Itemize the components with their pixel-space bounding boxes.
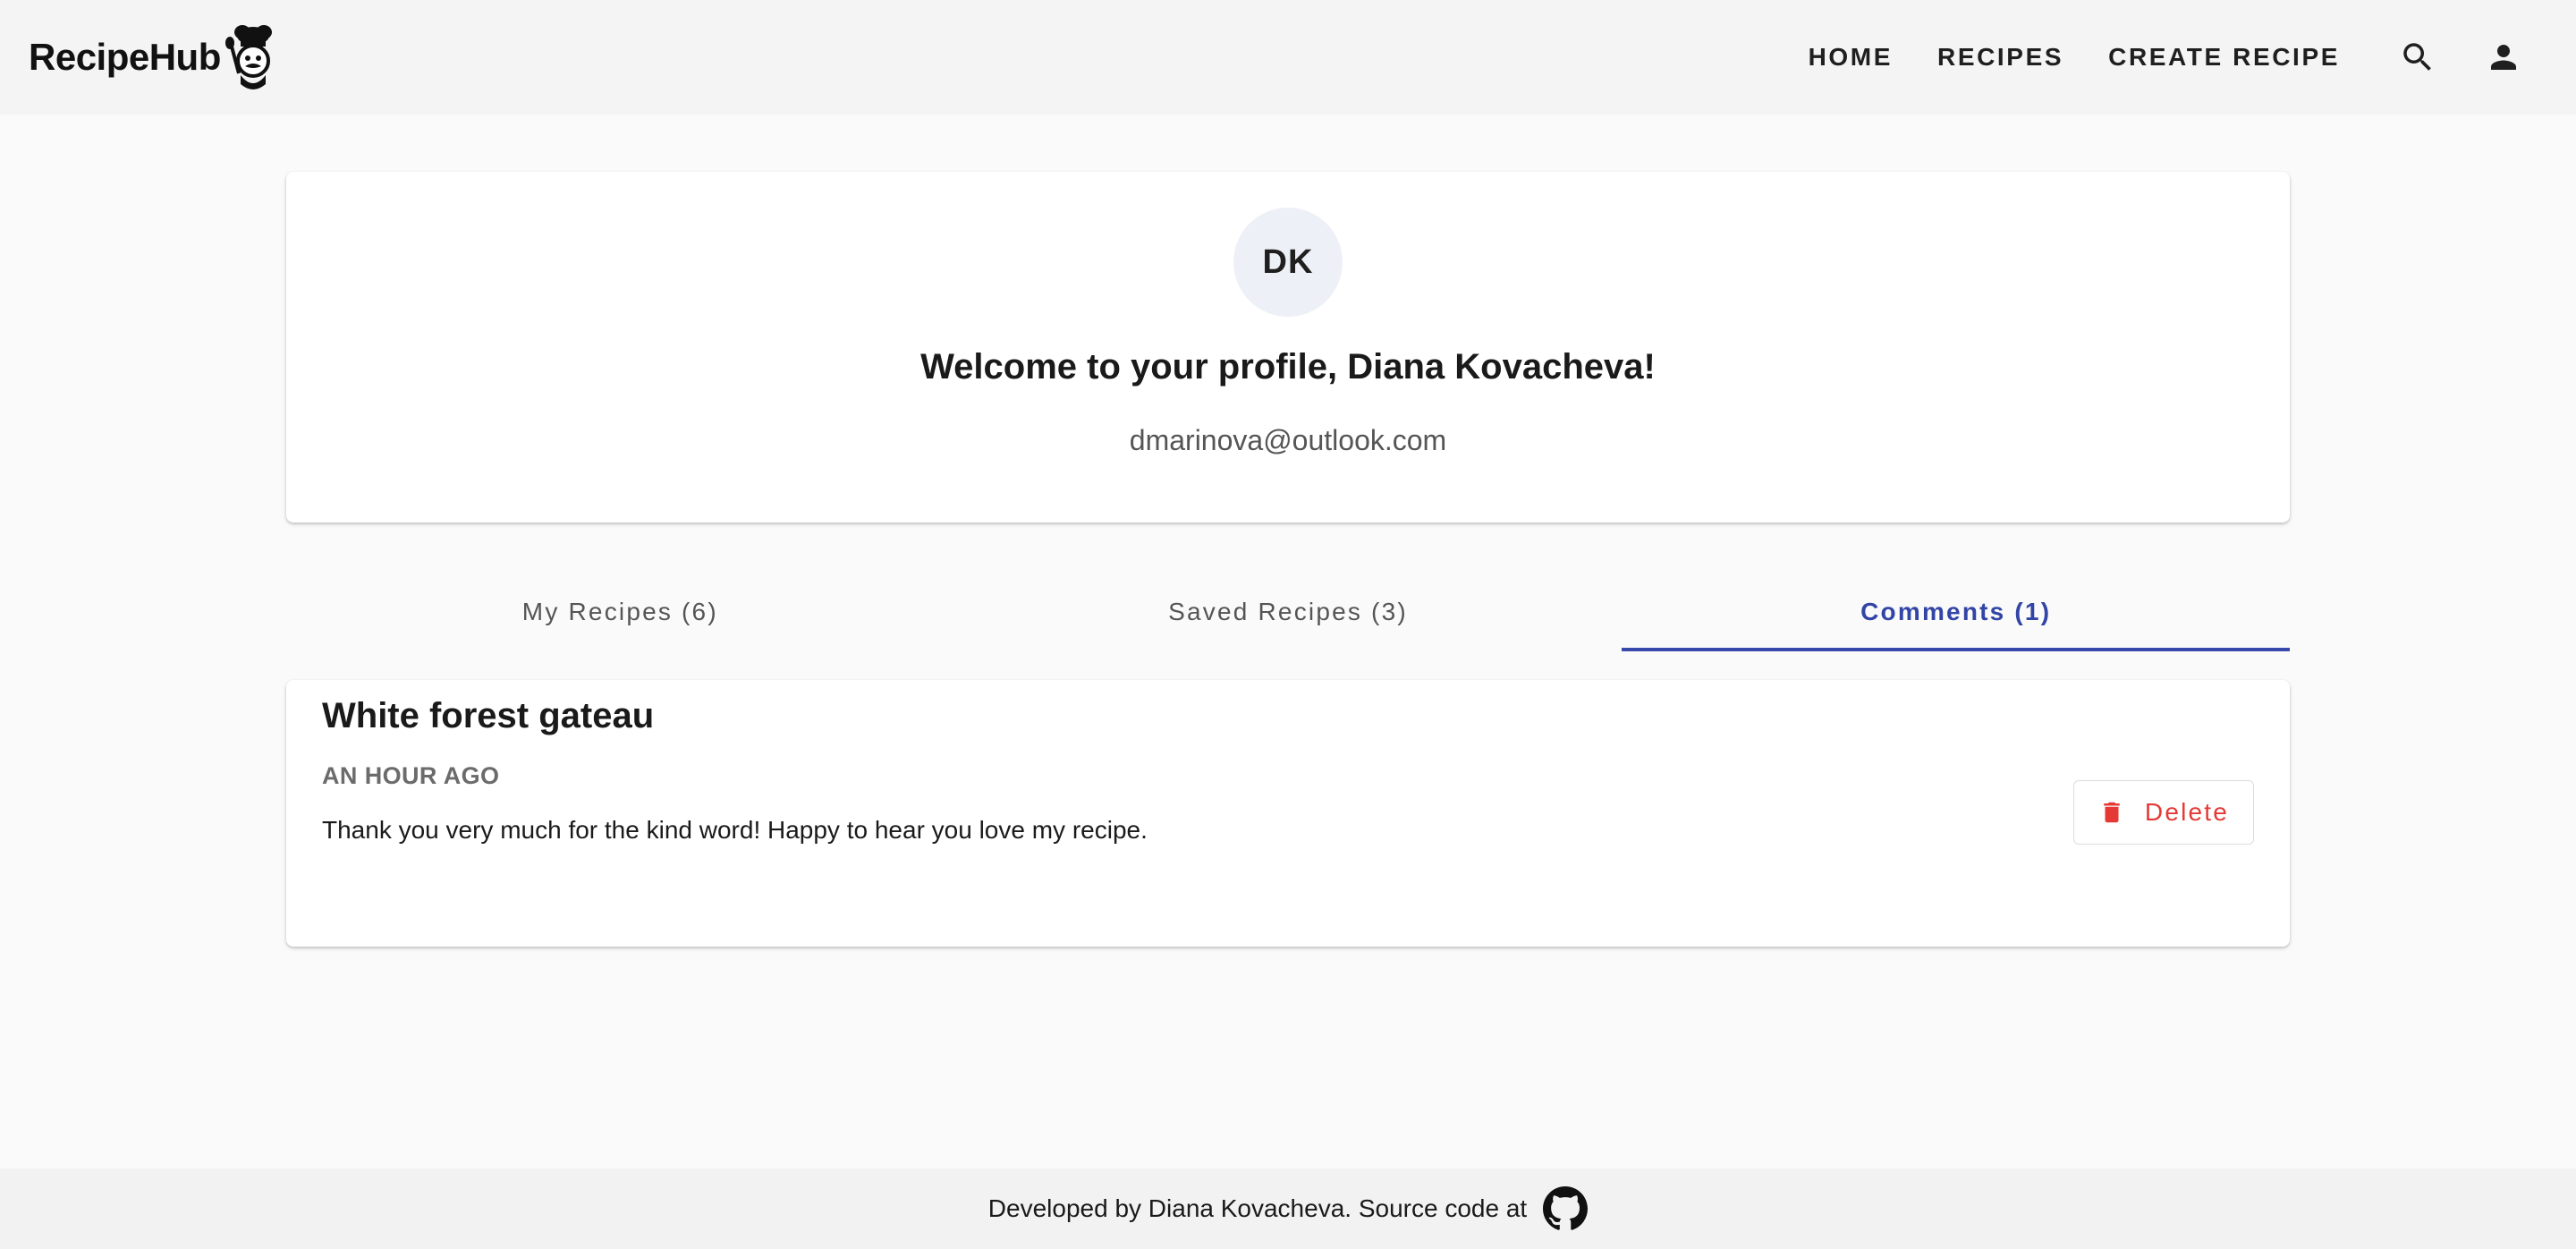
comment-text: Thank you very much for the kind word! H… xyxy=(322,816,1148,844)
profile-welcome-title: Welcome to your profile, Diana Kovacheva… xyxy=(920,347,1656,387)
tab-my-recipes[interactable]: My Recipes (6) xyxy=(286,573,954,651)
app-header: RecipeHub Home Recipes Create Recipe xyxy=(0,0,2576,115)
footer-text: Developed by Diana Kovacheva. Source cod… xyxy=(987,1194,1528,1222)
account-icon[interactable] xyxy=(2485,38,2522,76)
comment-timestamp: an hour ago xyxy=(322,762,500,789)
delete-comment-button[interactable]: Delete xyxy=(2073,780,2254,845)
chef-logo-icon xyxy=(225,25,272,89)
profile-card: DK Welcome to your profile, Diana Kovach… xyxy=(286,172,2290,523)
nav-create-recipe[interactable]: Create Recipe xyxy=(2108,43,2340,72)
profile-email: dmarinova@outlook.com xyxy=(1129,424,1447,456)
brand-link[interactable]: RecipeHub xyxy=(29,20,280,95)
app-footer: Developed by Diana Kovacheva. Source cod… xyxy=(0,1168,2576,1249)
delete-button-label: Delete xyxy=(2144,798,2230,826)
github-icon[interactable] xyxy=(1543,1186,1589,1231)
tab-comments[interactable]: Comments (1) xyxy=(1622,573,2290,651)
main-nav: Home Recipes Create Recipe xyxy=(1809,0,2576,115)
comment-card: White forest gateau an hour ago Thank yo… xyxy=(286,680,2290,947)
nav-recipes[interactable]: Recipes xyxy=(1937,43,2063,72)
tab-saved-recipes[interactable]: Saved Recipes (3) xyxy=(954,573,1623,651)
search-icon[interactable] xyxy=(2399,38,2436,76)
trash-icon xyxy=(2104,802,2120,823)
nav-home[interactable]: Home xyxy=(1809,43,1893,72)
brand-name: RecipeHub xyxy=(29,36,221,78)
profile-tabs: My Recipes (6) Saved Recipes (3) Comment… xyxy=(286,573,2290,651)
comment-recipe-title[interactable]: White forest gateau xyxy=(322,696,654,736)
avatar: DK xyxy=(1233,208,1343,317)
